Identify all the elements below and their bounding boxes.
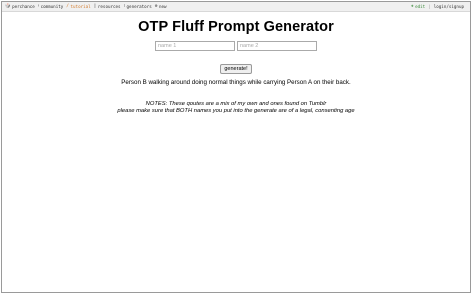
top-nav-bar: 🎲 perchance ⁞ community / tutorial | res… bbox=[2, 2, 470, 12]
generators-icon: ⁝ bbox=[123, 4, 126, 9]
main-content: OTP Fluff Prompt Generator generate! Per… bbox=[2, 12, 470, 115]
resources-icon: | bbox=[93, 4, 97, 9]
prompt-output: Person B walking around doing normal thi… bbox=[121, 79, 351, 86]
new-icon: ⊕ bbox=[154, 4, 158, 9]
nav-edit-label: edit bbox=[415, 4, 426, 9]
nav-login-label: login/signup bbox=[433, 4, 464, 9]
name-inputs bbox=[2, 41, 470, 51]
nav-edit-link[interactable]: ✚ edit bbox=[411, 2, 425, 11]
nav-community-link[interactable]: ⁞ community bbox=[38, 2, 63, 11]
nav-resources-label: resources bbox=[97, 4, 121, 9]
generate-wrap: generate! bbox=[2, 57, 470, 75]
name-1-input[interactable] bbox=[155, 41, 235, 51]
nav-generators-link[interactable]: ⁝ generators bbox=[124, 2, 152, 11]
nav-perchance-link[interactable]: 🎲 perchance bbox=[5, 2, 35, 11]
page-title: OTP Fluff Prompt Generator bbox=[138, 19, 334, 35]
tutorial-icon: / bbox=[66, 4, 69, 9]
community-icon: ⁞ bbox=[37, 4, 40, 9]
notes-line-1: NOTES: These qoutes are a mix of my own … bbox=[145, 101, 327, 107]
page-frame: 🎲 perchance ⁞ community / tutorial | res… bbox=[1, 1, 471, 293]
nav-tutorial-link[interactable]: / tutorial bbox=[66, 2, 90, 11]
edit-icon: ✚ bbox=[410, 4, 414, 9]
nav-separator: | bbox=[428, 4, 431, 9]
notes-block: NOTES: These qoutes are a mix of my own … bbox=[2, 101, 470, 115]
nav-left: 🎲 perchance ⁞ community / tutorial | res… bbox=[5, 2, 170, 11]
nav-new-link[interactable]: ⊕ new bbox=[155, 2, 167, 11]
nav-perchance-label: perchance bbox=[12, 4, 35, 9]
name-2-input[interactable] bbox=[237, 41, 317, 51]
notes-line-2: please make sure that BOTH names you put… bbox=[117, 108, 355, 114]
nav-generators-label: generators bbox=[126, 4, 152, 9]
nav-community-label: community bbox=[40, 4, 64, 9]
nav-login-link[interactable]: login/signup bbox=[434, 2, 464, 11]
nav-tutorial-label: tutorial bbox=[70, 4, 91, 9]
generate-button[interactable]: generate! bbox=[220, 64, 252, 74]
nav-new-label: new bbox=[158, 4, 167, 9]
perchance-logo-icon: 🎲 bbox=[5, 4, 11, 9]
nav-resources-link[interactable]: | resources bbox=[94, 2, 121, 11]
nav-right: ✚ edit | login/signup bbox=[411, 2, 467, 11]
